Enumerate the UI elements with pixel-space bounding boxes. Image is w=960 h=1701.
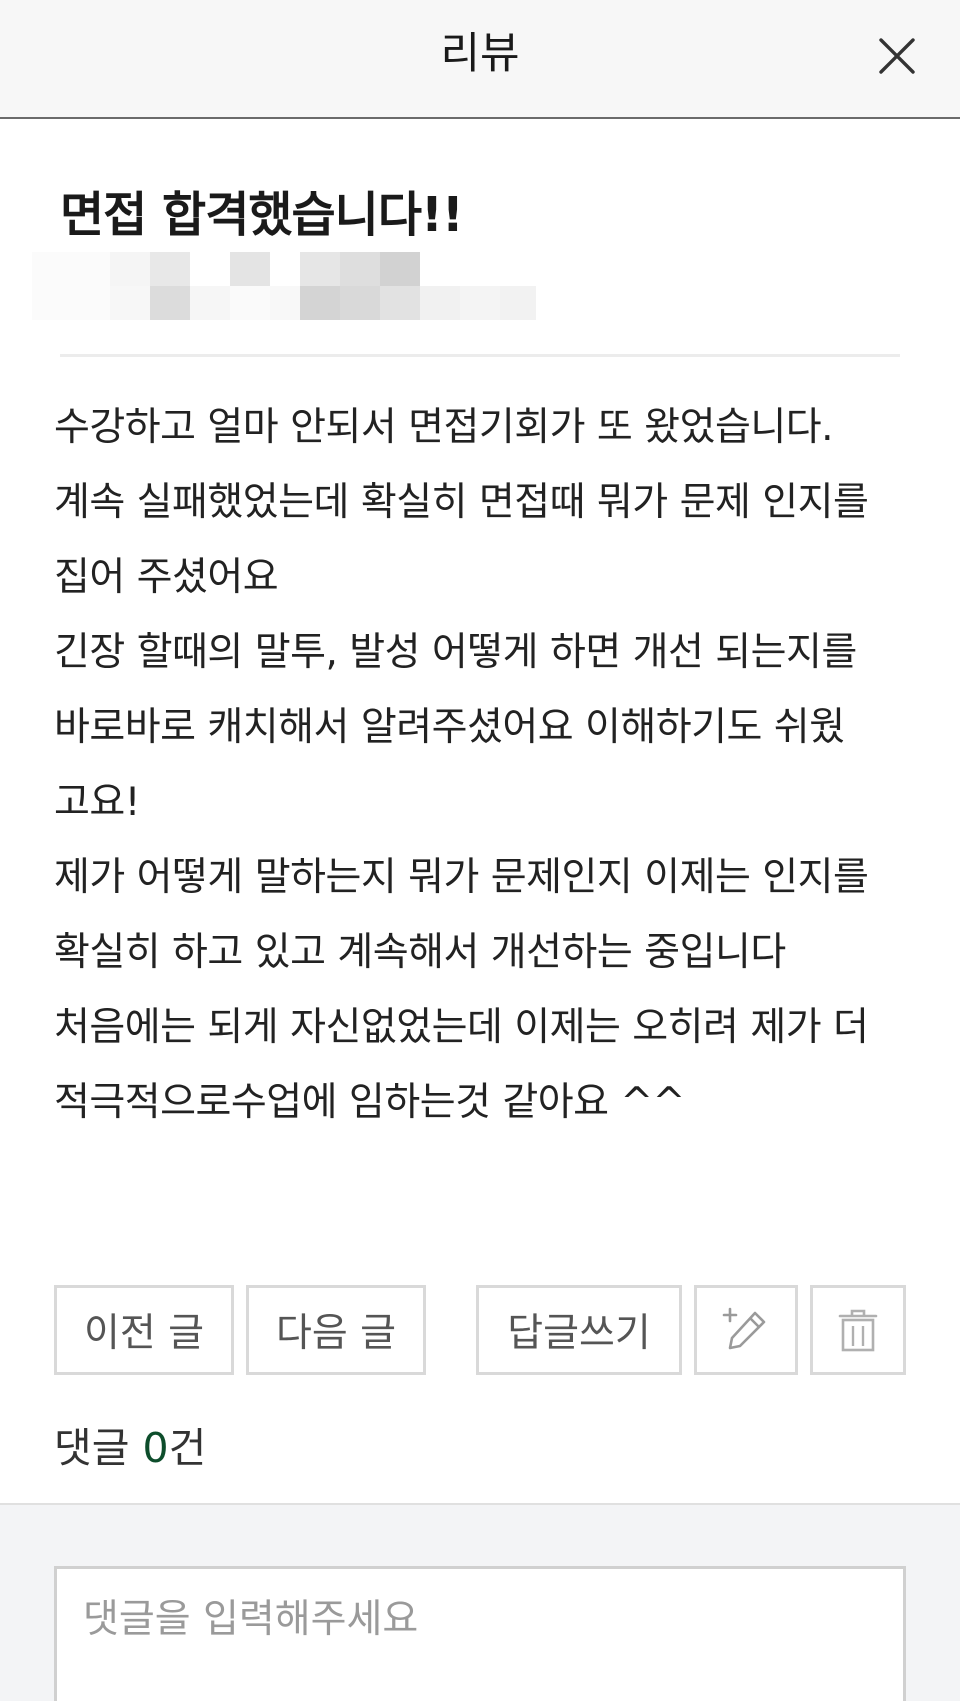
post-title: 면접 합격했습니다!! xyxy=(60,187,464,243)
body-line: 긴장 할때의 말투, 발성 어떻게 하면 개선 되는지를 xyxy=(54,630,857,675)
edit-button[interactable] xyxy=(694,1285,798,1375)
comment-input[interactable] xyxy=(54,1566,906,1701)
comment-label: 댓글 xyxy=(54,1424,130,1472)
comment-count: 댓글 0건 xyxy=(54,1420,206,1476)
body-line: 처음에는 되게 자신없었는데 이제는 오히려 제가 더 xyxy=(54,1005,869,1050)
delete-button[interactable] xyxy=(810,1285,906,1375)
header-bar: 리뷰 xyxy=(0,0,960,119)
body-line: 적극적으로수업에 임하는것 같아요 ^^ xyxy=(54,1080,685,1125)
comment-count-number: 0 xyxy=(142,1424,169,1472)
body-line: 집어 주셨어요 xyxy=(54,555,279,600)
body-line: 확실히 하고 있고 계속해서 개선하는 중입니다 xyxy=(54,930,786,975)
header-title: 리뷰 xyxy=(440,29,520,79)
body-line: 바로바로 캐치해서 알려주셨어요 이해하기도 쉬웠 xyxy=(54,705,845,750)
close-icon xyxy=(879,38,915,74)
previous-post-button[interactable]: 이전 글 xyxy=(54,1285,234,1375)
body-line: 수강하고 얼마 안되서 면접기회가 또 왔었습니다. xyxy=(54,405,833,450)
post-body: 수강하고 얼마 안되서 면접기회가 또 왔었습니다. 계속 실패했었는데 확실히… xyxy=(54,390,914,1140)
trash-icon xyxy=(838,1309,878,1352)
write-reply-button[interactable]: 답글쓰기 xyxy=(476,1285,682,1375)
body-line: 고요! xyxy=(54,780,140,825)
close-button[interactable] xyxy=(868,27,926,85)
blurred-author-info xyxy=(32,252,536,320)
body-line: 제가 어떻게 말하는지 뭐가 문제인지 이제는 인지를 xyxy=(54,855,869,900)
comment-count-unit: 건 xyxy=(168,1424,207,1472)
pencil-plus-icon xyxy=(722,1307,766,1350)
title-divider xyxy=(60,354,900,357)
next-post-button[interactable]: 다음 글 xyxy=(246,1285,426,1375)
body-line: 계속 실패했었는데 확실히 면접때 뭐가 문제 인지를 xyxy=(54,480,869,525)
